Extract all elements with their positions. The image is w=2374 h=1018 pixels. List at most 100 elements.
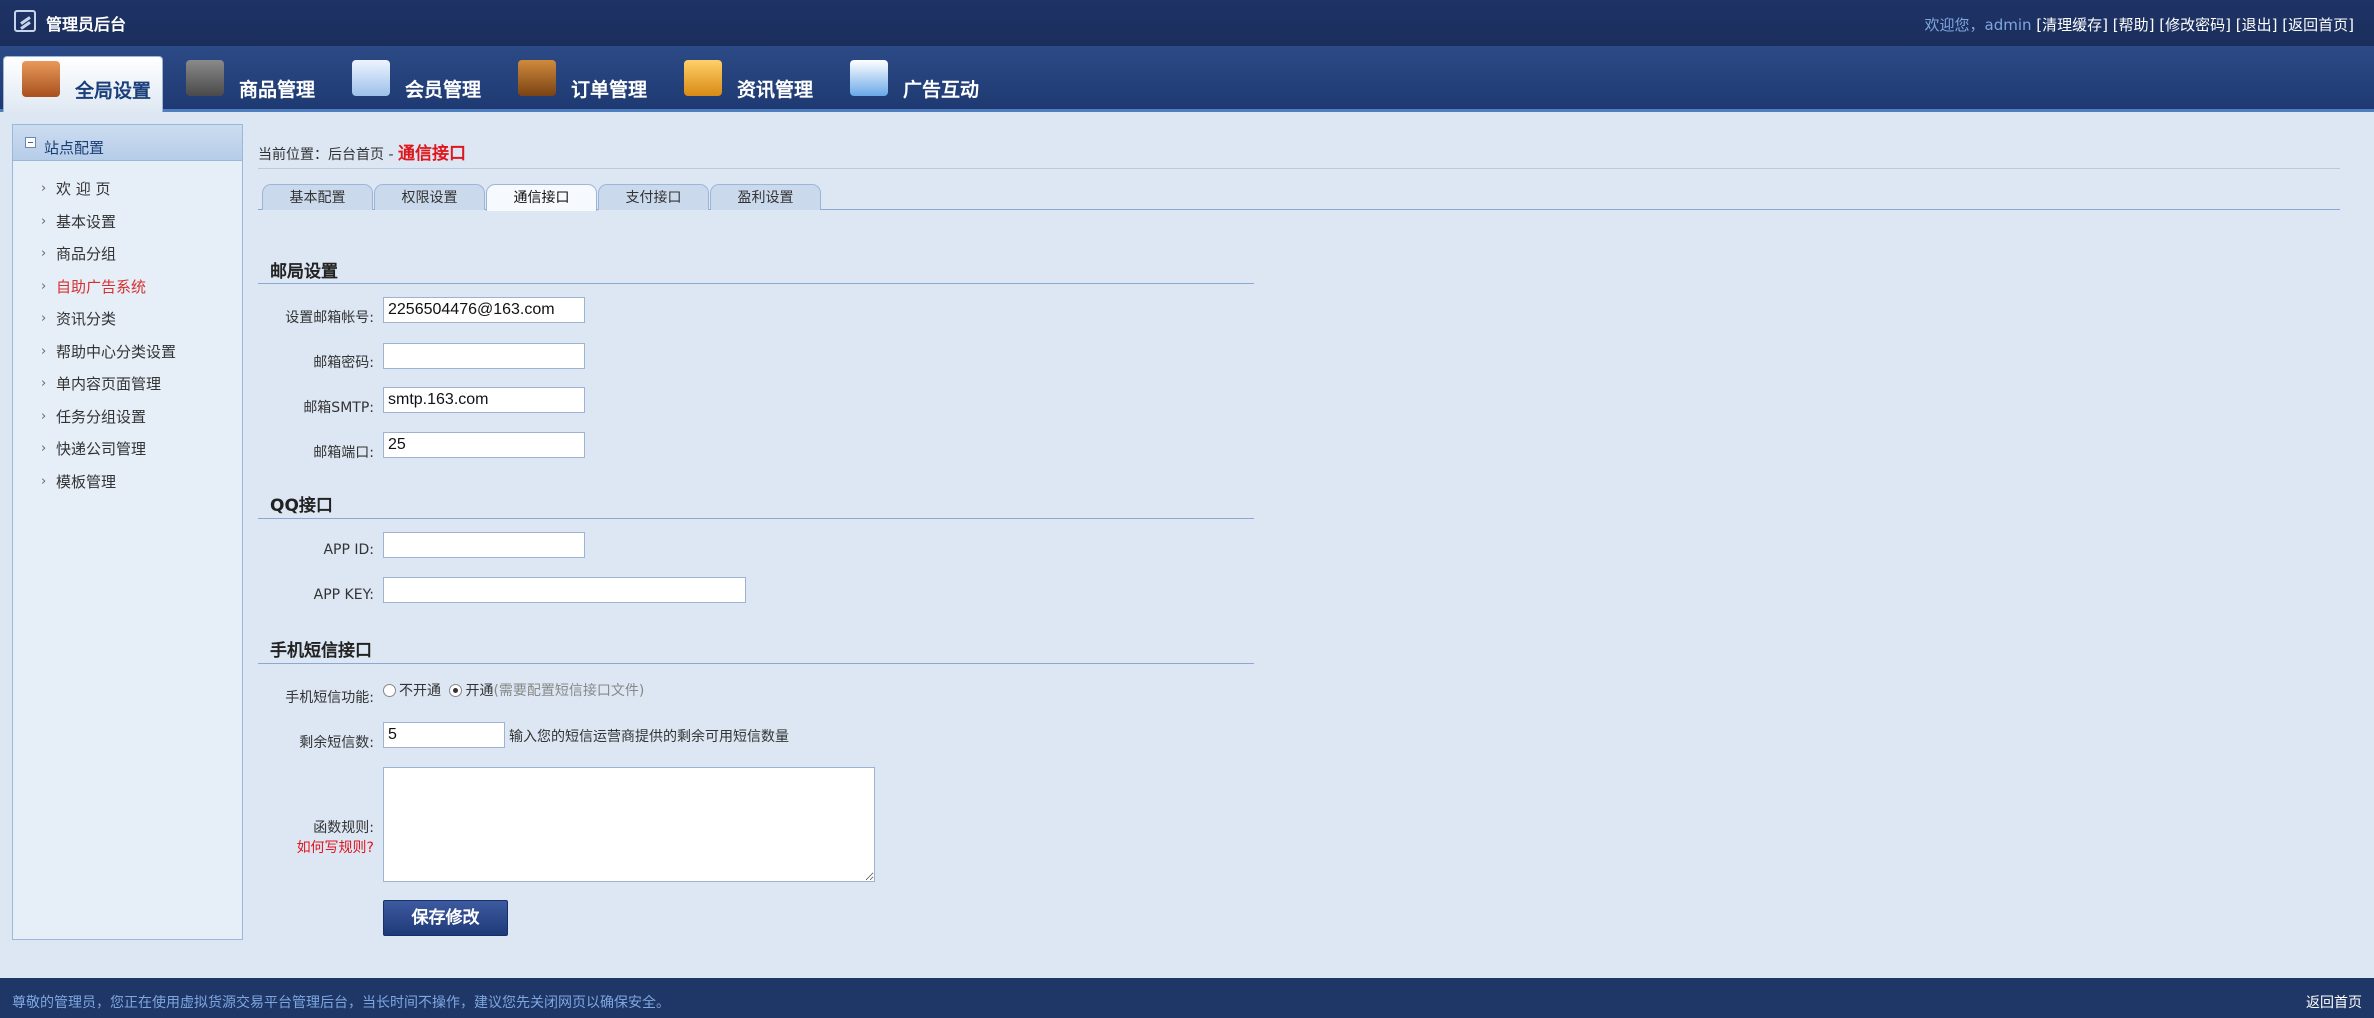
- footer-notice: 尊敬的管理员，您正在使用虚拟货源交易平台管理后台，当长时间不操作，建议您先关闭网…: [12, 995, 670, 1011]
- sidebar-header[interactable]: 站点配置: [13, 125, 242, 161]
- nav-tab-label: 订单管理: [571, 79, 648, 101]
- folder-icon: [684, 60, 722, 96]
- nav-tab-news[interactable]: 资讯管理: [666, 56, 826, 112]
- qq-appid-input[interactable]: [383, 532, 585, 558]
- change-password-link[interactable]: [修改密码]: [2159, 16, 2231, 34]
- breadcrumb: 当前位置：后台首页 - 通信接口: [258, 139, 466, 164]
- mail-port-label: 邮箱端口:: [313, 445, 374, 461]
- tab-permissions[interactable]: 权限设置: [374, 184, 485, 210]
- welcome-text: 欢迎您，admin: [1924, 16, 2032, 34]
- mail-account-input[interactable]: [383, 297, 585, 323]
- sub-tabs: 基本配置 权限设置 通信接口 支付接口 盈利设置: [258, 182, 2340, 211]
- chevron-right-icon: ›: [41, 376, 47, 391]
- chevron-right-icon: ›: [41, 246, 47, 261]
- qq-appid-label: APP ID:: [323, 542, 374, 558]
- sidebar-item-welcome[interactable]: › 欢 迎 页: [13, 173, 242, 206]
- sms-function-label: 手机短信功能:: [285, 690, 374, 706]
- chevron-right-icon: ›: [41, 213, 47, 229]
- sms-on-radio[interactable]: [449, 684, 463, 697]
- brand-title: 管理员后台: [46, 15, 127, 34]
- footer: 尊敬的管理员，您正在使用虚拟货源交易平台管理后台，当长时间不操作，建议您先关闭网…: [0, 978, 2374, 1018]
- sidebar-item-single-pages[interactable]: › 单内容页面管理: [13, 368, 242, 401]
- divider: [258, 663, 1254, 664]
- sidebar-item-label: 单内容页面管理: [56, 375, 162, 393]
- nav-tab-label: 全局设置: [75, 80, 152, 102]
- rule-label: 函数规则:: [313, 820, 374, 836]
- footer-home-link[interactable]: 返回首页: [2306, 992, 2362, 1012]
- sms-remain-label: 剩余短信数:: [299, 735, 374, 751]
- sms-remain-input[interactable]: [383, 722, 505, 748]
- nav-tab-orders[interactable]: 订单管理: [500, 56, 660, 112]
- mail-section-title: 邮局设置: [270, 262, 338, 282]
- nav-tab-label: 广告互动: [903, 79, 980, 101]
- sidebar-item-label: 基本设置: [56, 212, 117, 231]
- chevron-right-icon: ›: [41, 343, 47, 359]
- tab-payment[interactable]: 支付接口: [598, 184, 709, 210]
- collapse-icon[interactable]: [25, 137, 36, 148]
- sms-on-label[interactable]: 开通: [465, 683, 493, 699]
- mail-password-input[interactable]: [383, 343, 585, 369]
- chevron-right-icon: ›: [41, 408, 47, 424]
- breadcrumb-current: 通信接口: [397, 144, 466, 164]
- clear-cache-link[interactable]: [清理缓存]: [2036, 16, 2108, 34]
- sms-section-title: 手机短信接口: [270, 641, 372, 661]
- sidebar-item-label: 任务分组设置: [56, 407, 147, 426]
- divider: [258, 518, 1254, 519]
- sidebar-item-label: 商品分组: [56, 245, 117, 263]
- sms-on-hint: (需要配置短信接口文件): [493, 683, 645, 699]
- member-card-icon: [352, 60, 390, 96]
- qq-section-title: QQ接口: [270, 496, 333, 516]
- rule-help-link[interactable]: 如何写规则?: [258, 837, 374, 857]
- grid-icon: [186, 60, 224, 96]
- sidebar-item-label: 欢 迎 页: [56, 180, 111, 198]
- nav-tab-ads[interactable]: 广告互动: [832, 56, 992, 112]
- sms-off-radio[interactable]: [383, 684, 396, 697]
- sidebar-item-help-categories[interactable]: › 帮助中心分类设置: [13, 336, 242, 369]
- logout-link[interactable]: [退出]: [2236, 16, 2278, 34]
- nav-tab-label: 会员管理: [405, 79, 482, 101]
- tab-communication[interactable]: 通信接口: [486, 184, 597, 211]
- help-link[interactable]: [帮助]: [2113, 16, 2155, 34]
- chevron-right-icon: ›: [41, 473, 47, 489]
- mail-port-input[interactable]: [383, 432, 585, 458]
- chevron-right-icon: ›: [41, 311, 47, 326]
- sms-remain-hint: 输入您的短信运营商提供的剩余可用短信数量: [509, 729, 789, 745]
- tab-profit[interactable]: 盈利设置: [710, 184, 821, 210]
- qq-appkey-input[interactable]: [383, 577, 746, 603]
- mail-smtp-label: 邮箱SMTP:: [303, 400, 374, 416]
- mail-password-label: 邮箱密码:: [313, 355, 374, 371]
- wallet-icon: [518, 60, 556, 96]
- sidebar-item-label: 自助广告系统: [56, 277, 147, 296]
- qq-appkey-label: APP KEY:: [313, 587, 374, 603]
- sidebar-item-self-ad-system[interactable]: › 自助广告系统: [13, 271, 242, 304]
- chevron-right-icon: ›: [41, 181, 47, 196]
- top-links: 欢迎您，admin [清理缓存] [帮助] [修改密码] [退出] [返回首页]: [1925, 14, 2355, 35]
- sidebar-item-label: 帮助中心分类设置: [56, 342, 177, 361]
- mail-smtp-input[interactable]: [383, 387, 585, 413]
- nav-tab-global-settings[interactable]: 全局设置: [3, 56, 163, 112]
- main-content: 当前位置：后台首页 - 通信接口 基本配置 权限设置 通信接口 支付接口 盈利设…: [258, 124, 2340, 944]
- save-button[interactable]: 保存修改: [383, 900, 508, 936]
- nav-tab-label: 资讯管理: [737, 79, 814, 101]
- nav-tab-products[interactable]: 商品管理: [168, 56, 328, 112]
- tab-basic-config[interactable]: 基本配置: [262, 184, 373, 210]
- sidebar-item-templates[interactable]: › 模板管理: [13, 466, 242, 499]
- sidebar-item-task-groups[interactable]: › 任务分组设置: [13, 401, 242, 434]
- back-home-link[interactable]: [返回首页]: [2282, 16, 2354, 34]
- rule-textarea[interactable]: [383, 767, 875, 882]
- sidebar-item-product-groups[interactable]: › 商品分组: [13, 238, 242, 271]
- sidebar-item-basic-settings[interactable]: › 基本设置: [13, 206, 242, 239]
- mail-account-label: 设置邮箱帐号:: [285, 310, 374, 326]
- sidebar-item-label: 模板管理: [56, 472, 117, 491]
- divider: [258, 168, 2340, 169]
- top-bar: 管理员后台 欢迎您，admin [清理缓存] [帮助] [修改密码] [退出] …: [0, 0, 2374, 46]
- nav-tab-members[interactable]: 会员管理: [334, 56, 494, 112]
- sidebar-title: 站点配置: [44, 139, 105, 157]
- sidebar-item-express-companies[interactable]: › 快递公司管理: [13, 433, 242, 466]
- chevron-right-icon: ›: [41, 278, 47, 294]
- sidebar: 站点配置 › 欢 迎 页 › 基本设置 › 商品分组 › 自助广告系统 › 资讯分类 › 帮…: [12, 124, 243, 940]
- window-icon: [850, 60, 888, 96]
- sms-off-label[interactable]: 不开通: [399, 683, 441, 699]
- sidebar-item-news-categories[interactable]: › 资讯分类: [13, 303, 242, 336]
- divider: [258, 283, 1254, 284]
